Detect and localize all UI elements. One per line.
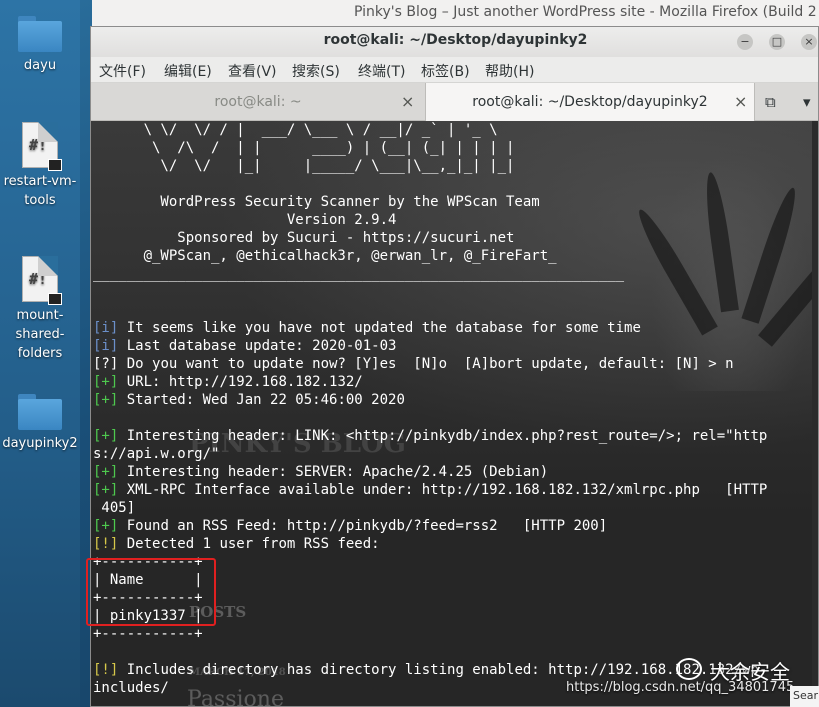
script-file-icon: #! [22,256,62,305]
terminal-line-tag: [!] [93,536,119,552]
terminal-line: [!] Detected 1 user from RSS feed: [93,535,818,553]
terminal-line-text: ________________________________________… [93,266,625,282]
terminal-line-text: \ \/ \/ / | ___/ \___ \ / __|/ _` | '_ \ [93,122,498,138]
terminal-line-text: Interesting header: LINK: <http://pinkyd… [118,428,768,444]
user-table-highlight [86,558,216,626]
terminal-line: [+] Interesting header: SERVER: Apache/2… [93,463,818,481]
terminal-line: \ \/ \/ / | ___/ \___ \ / __|/ _` | '_ \ [93,121,818,139]
terminal-line-text: \ /\ / | | ____) | (__| (_| | | | | [93,140,515,156]
terminal-line: s://api.w.org/" [93,445,818,463]
terminal-line-tag: [+] [93,482,119,498]
desktop-icon-label: restart-vm- tools [3,174,77,208]
menu-help[interactable]: 帮助(H) [485,61,534,81]
window-title: root@kali: ~/Desktop/dayupinky2 [323,32,588,48]
terminal-line-text: Interesting header: SERVER: Apache/2.4.2… [118,464,549,480]
menubar: 文件(F) 编辑(E) 查看(V) 搜索(S) 终端(T) 标签(B) 帮助(H… [91,57,818,83]
terminal-line-tag: [+] [93,374,119,390]
tab-close-button[interactable]: × [401,83,414,121]
terminal-line-tag: [i] [93,320,119,336]
terminal-line-text: Do you want to update now? [Y]es [N]o [A… [118,356,734,372]
terminal-line-text: s://api.w.org/" [93,446,220,462]
menu-search[interactable]: 搜索(S) [292,61,340,81]
terminal-line-text: It seems like you have not updated the d… [118,320,641,336]
terminal-line: [?] Do you want to update now? [Y]es [N]… [93,355,818,373]
background-search-field[interactable]: Sear [790,686,819,707]
desktop-icon-label: dayu [23,58,57,73]
new-tab-button[interactable]: ⧉ [765,83,776,121]
menu-terminal[interactable]: 终端(T) [358,61,405,81]
folder-icon [18,16,62,52]
terminal-line-text: WordPress Security Scanner by the WPScan… [93,194,540,210]
terminal-line: [+] XML-RPC Interface available under: h… [93,481,818,499]
terminal-line: [+] URL: http://192.168.182.132/ [93,373,818,391]
terminal-line: Version 2.9.4 [93,211,818,229]
tab-dayupinky2[interactable]: root@kali: ~/Desktop/dayupinky2 × [425,83,755,121]
tab-bar: root@kali: ~ × root@kali: ~/Desktop/dayu… [91,83,818,121]
terminal-line-text: XML-RPC Interface available under: http:… [118,482,768,498]
terminal-line-text: @_WPScan_, @ethicalhack3r, @erwan_lr, @_… [93,248,557,264]
terminal-scrollbar[interactable] [812,121,818,706]
terminal-line: [+] Interesting header: LINK: <http://pi… [93,427,818,445]
terminal-line: [i] It seems like you have not updated t… [93,319,818,337]
terminal-line: WordPress Security Scanner by the WPScan… [93,193,818,211]
watermark-url: https://blog.csdn.net/qq_34801745 [566,680,795,695]
terminal-line-tag: [+] [93,428,119,444]
close-button[interactable]: × [801,34,817,50]
menu-edit[interactable]: 编辑(E) [164,61,212,81]
script-file-icon: #! [22,122,62,171]
terminal-line-tag: [!] [93,662,119,678]
terminal-line-text: 405] [93,500,136,516]
menu-file[interactable]: 文件(F) [99,61,146,81]
terminal-line-tag: [+] [93,464,119,480]
terminal-line-text: Sponsored by Sucuri - https://sucuri.net [93,230,515,246]
desktop-icon-restart-vm-tools[interactable]: #! restart-vm- tools [0,122,80,210]
terminal-line: [+] Started: Wed Jan 22 05:46:00 2020 [93,391,818,409]
terminal-line-tag: [?] [93,356,119,372]
terminal-line-tag: [i] [93,338,119,354]
minimize-button[interactable]: − [737,34,753,50]
terminal-line-text: \/ \/ |_| |_____/ \___|\__,_|_| |_| [93,158,515,174]
terminal-line: @_WPScan_, @ethicalhack3r, @erwan_lr, @_… [93,247,818,265]
terminal-line: \ /\ / | | ____) | (__| (_| | | | | [93,139,818,157]
firefox-window-title: Pinky's Blog – Just another WordPress si… [92,0,819,26]
terminal-line-text: URL: http://192.168.182.132/ [118,374,363,390]
tab-close-button[interactable]: × [734,83,747,121]
terminal-titlebar[interactable]: root@kali: ~/Desktop/dayupinky2 − □ × [91,27,818,57]
terminal-line-tag: [+] [93,518,119,534]
terminal-line-text: Found an RSS Feed: http://pinkydb/?feed=… [118,518,608,534]
terminal-line-text: Version 2.9.4 [93,212,397,228]
terminal-line: \/ \/ |_| |_____/ \___|\__,_|_| |_| [93,157,818,175]
desktop-icon-dayupinky2[interactable]: dayupinky2 [0,394,80,453]
menu-view[interactable]: 查看(V) [228,61,277,81]
terminal-line-text: Started: Wed Jan 22 05:46:00 2020 [118,392,405,408]
desktop-icon-mount-shared-folders[interactable]: #! mount- shared- folders [0,256,80,363]
terminal-line: [+] Found an RSS Feed: http://pinkydb/?f… [93,517,818,535]
terminal-line: 405] [93,499,818,517]
terminal-line-text: Detected 1 user from RSS feed: [118,536,380,552]
terminal-line-text: includes/ [93,680,169,696]
terminal-line: Sponsored by Sucuri - https://sucuri.net [93,229,818,247]
terminal-line-text: +-----------+ [93,626,203,642]
tab-root-home[interactable]: root@kali: ~ × [91,83,425,121]
wechat-icon [676,658,702,680]
terminal-line-text: Last database update: 2020-01-03 [118,338,397,354]
desktop-icon-dayu[interactable]: dayu [0,16,80,75]
terminal-line: ________________________________________… [93,265,818,283]
folder-icon [18,394,62,430]
maximize-button[interactable]: □ [769,34,785,50]
terminal-line: +-----------+ [93,625,818,643]
menu-tabs[interactable]: 标签(B) [421,61,470,81]
desktop-icon-label: dayupinky2 [2,436,78,451]
desktop-icon-label: mount- shared- folders [15,308,65,361]
terminal-line-tag: [+] [93,392,119,408]
terminal-line: [i] Last database update: 2020-01-03 [93,337,818,355]
terminal-line-text: Includes directory has directory listing… [118,662,768,678]
tab-menu-button[interactable]: ▾ [803,83,811,121]
